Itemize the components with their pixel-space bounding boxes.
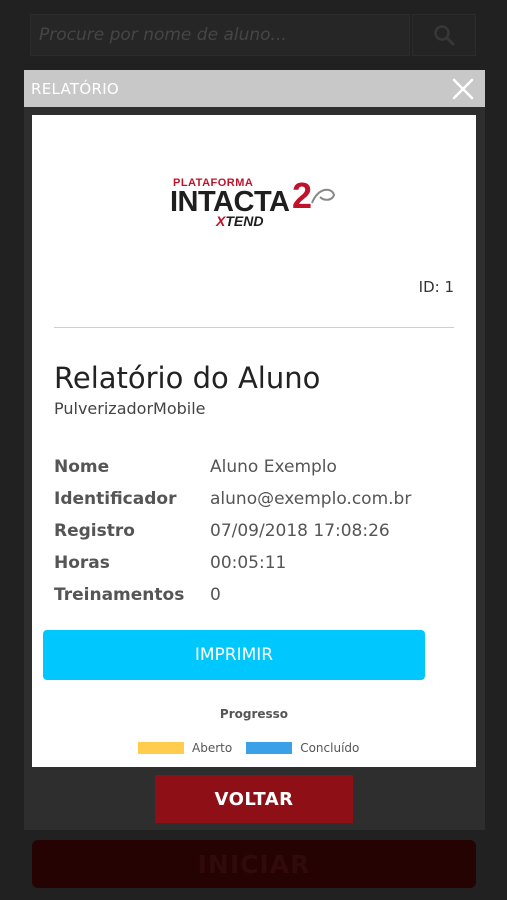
modal-title: RELATÓRIO	[31, 79, 120, 98]
report-subtitle: PulverizadorMobile	[54, 399, 206, 418]
field-row-registration: Registro 07/09/2018 17:08:26	[54, 515, 454, 547]
logo-swoosh-icon	[311, 188, 336, 204]
report-title: Relatório do Aluno	[54, 361, 321, 395]
report-id: ID: 1	[418, 278, 454, 296]
legend-label: Aberto	[192, 741, 233, 755]
field-label: Identificador	[54, 489, 177, 509]
brand-logo: PLATAFORMA INTACTA 2 XTEND	[170, 171, 340, 235]
logo-line3: XTEND	[216, 213, 264, 229]
field-label: Registro	[54, 521, 135, 541]
field-row-identifier: Identificador aluno@exemplo.com.br	[54, 483, 454, 515]
field-label: Nome	[54, 457, 110, 477]
legend-swatch-open	[138, 742, 184, 754]
print-button[interactable]: IMPRIMIR	[43, 630, 425, 680]
field-label: Treinamentos	[54, 585, 185, 605]
legend-item-open: Aberto	[138, 741, 232, 755]
student-details: Nome Aluno Exemplo Identificador aluno@e…	[54, 451, 454, 611]
field-value: Aluno Exemplo	[210, 457, 337, 477]
report-modal: RELATÓRIO PLATAFORMA INTACTA 2 XTEND ID:…	[24, 70, 485, 830]
field-row-hours: Horas 00:05:11	[54, 547, 454, 579]
field-row-name: Nome Aluno Exemplo	[54, 451, 454, 483]
legend-label: Concluído	[300, 741, 360, 755]
legend-swatch-done	[246, 742, 293, 754]
field-value: 07/09/2018 17:08:26	[210, 521, 390, 541]
progress-title: Progresso	[219, 707, 289, 721]
field-row-trainings: Treinamentos 0	[54, 579, 454, 611]
legend-item-done: Concluído	[246, 741, 359, 755]
field-value: 00:05:11	[210, 553, 287, 573]
field-label: Horas	[54, 553, 110, 573]
close-button[interactable]	[449, 75, 477, 103]
modal-header: RELATÓRIO	[24, 70, 485, 107]
progress-legend: Aberto Concluído	[138, 741, 373, 755]
field-value: 0	[210, 585, 221, 605]
close-icon	[452, 78, 474, 99]
back-button[interactable]: VOLTAR	[155, 775, 353, 823]
report-sheet: PLATAFORMA INTACTA 2 XTEND ID: 1 Relatór…	[32, 115, 476, 767]
divider	[54, 327, 454, 328]
field-value: aluno@exemplo.com.br	[210, 489, 412, 509]
